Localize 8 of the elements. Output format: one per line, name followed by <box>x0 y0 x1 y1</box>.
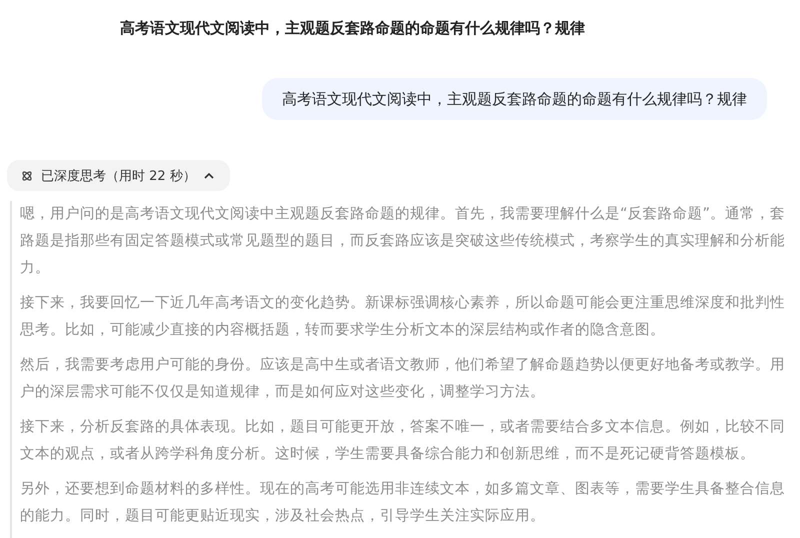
thinking-paragraph: 接下来，我要回忆一下近几年高考语文的变化趋势。新课标强调核心素养，所以命题可能会更注重思维深度和批判性思考。比如，可能减少直接的内容概括题，转而要求学生分析文本的深层结构或作者的隐含意图。 <box>20 294 786 340</box>
thinking-paragraph: 然后，我需要考虑用户可能的身份。应该是高中生或者语文教师，他们希望了解命题趋势以便更好地备考或教学。用户的深层需求可能不仅仅是知道规律，而是如何应对这些变化，调整学习方法。 <box>20 356 786 402</box>
user-message: 高考语文现代文阅读中，主观题反套路命题的命题有什么规律吗？规律 <box>262 78 767 120</box>
thinking-paragraph: 接下来，分析反套路的具体表现。比如，题目可能更开放，答案不唯一，或者需要结合多文本信息。例如，比较不同文本的观点，或者从跨学科角度分析。这时候，学生需要具备综合能力和创新思维，而不是死记硬背答题模板。 <box>20 418 786 464</box>
thinking-paragraph: 另外，还要想到命题材料的多样性。现在的高考可能选用非连续文本，如多篇文章、图表等，需要学生具备整合信息的能力。同时，题目可能更贴近现实，涉及社会热点，引导学生关注实际应用。 <box>20 480 786 526</box>
thinking-paragraph: 嗯，用户问的是高考语文现代文阅读中主观题反套路命题的规律。首先，我需要理解什么是“反套路命题”。通常，套路题是指那些有固定答题模式或常见题型的题目，而反套路应该是突破这些传统模式，考察学生的真实理解和分析能力。 <box>20 204 786 278</box>
thinking-toggle[interactable]: 已深度思考（用时 22 秒） <box>7 160 230 191</box>
conversation-title: 高考语文现代文阅读中，主观题反套路命题的命题有什么规律吗？规律 <box>119 18 586 39</box>
